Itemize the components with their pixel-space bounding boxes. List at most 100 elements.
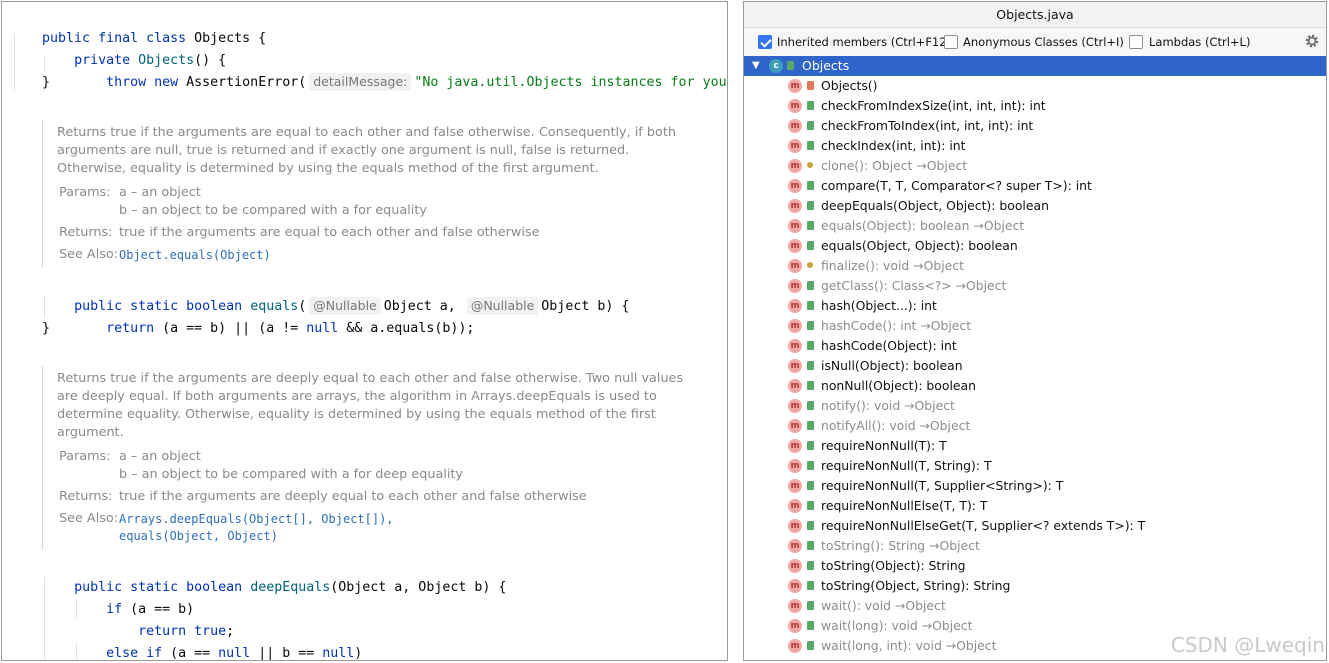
method-label: wait(long): void →Object (821, 618, 973, 633)
method-icon: m (788, 319, 802, 333)
tree-item-method[interactable]: m requireNonNullElse(T, T): T (744, 496, 1326, 516)
doc-line: Returns true if the arguments are deeply… (57, 371, 684, 386)
code-line[interactable]: throw new AssertionError(detailMessage: "… (10, 50, 727, 91)
doc-see-label: See Also: (59, 511, 119, 526)
public-visibility-icon (807, 341, 814, 350)
doc-param: b – an object to be compared with a for … (119, 467, 463, 482)
structure-toolbar: Inherited members (Ctrl+F12) Anonymous C… (744, 28, 1326, 56)
tree-root-objects[interactable]: ▼ c Objects (744, 56, 1326, 76)
method-icon: m (788, 299, 802, 313)
code-line[interactable]: return false; (10, 643, 242, 660)
method-label: wait(long, int): void →Object (821, 638, 997, 653)
tree-item-method[interactable]: m equals(Object): boolean →Object (744, 216, 1326, 236)
public-visibility-icon (807, 141, 814, 150)
code-line[interactable]: public final class Objects { (10, 6, 266, 46)
code-line[interactable]: private Objects() { (10, 28, 226, 68)
lambdas-checkbox[interactable] (1129, 35, 1143, 49)
tree-item-method[interactable]: m deepEquals(Object, Object): boolean (744, 196, 1326, 216)
doc-line: argument. (57, 425, 124, 440)
tree-item-method[interactable]: m checkIndex(int, int): int (744, 136, 1326, 156)
anonymous-classes-label[interactable]: Anonymous Classes (Ctrl+I) (963, 34, 1124, 50)
code-line[interactable]: return (a == b) || (a != null && a.equal… (10, 296, 474, 336)
method-label: toString(Object, String): String (821, 578, 1011, 593)
public-visibility-icon (807, 521, 814, 530)
method-icon: m (788, 459, 802, 473)
code-line[interactable]: } (10, 72, 50, 94)
code-line[interactable]: return true; (10, 599, 234, 639)
public-visibility-icon (807, 561, 814, 570)
public-visibility-icon (787, 61, 794, 70)
public-visibility-icon (807, 101, 814, 110)
tree-item-method[interactable]: m isNull(Object): boolean (744, 356, 1326, 376)
tree-item-method[interactable]: m checkFromToIndex(int, int, int): int (744, 116, 1326, 136)
method-icon: m (788, 219, 802, 233)
tree-item-method[interactable]: m toString(Object): String (744, 556, 1326, 576)
public-visibility-icon (807, 361, 814, 370)
inherited-members-label[interactable]: Inherited members (Ctrl+F12) (777, 34, 951, 50)
public-visibility-icon (807, 421, 814, 430)
lambdas-label[interactable]: Lambdas (Ctrl+L) (1149, 34, 1250, 50)
public-visibility-icon (807, 221, 814, 230)
method-icon: m (788, 539, 802, 553)
public-visibility-icon (807, 301, 814, 310)
structure-panel: Objects.java Inherited members (Ctrl+F12… (743, 1, 1327, 661)
tree-item-method[interactable]: m hashCode(Object): int (744, 336, 1326, 356)
doc-params-label: Params: (59, 449, 111, 464)
tree-item-method[interactable]: m toString(Object, String): String (744, 576, 1326, 596)
tree-item-method[interactable]: m checkFromIndexSize(int, int, int): int (744, 96, 1326, 116)
tree-item-method[interactable]: m hashCode(): int →Object (744, 316, 1326, 336)
doc-param: b – an object to be compared with a for … (119, 203, 427, 218)
method-icon: m (788, 399, 802, 413)
method-icon: m (788, 439, 802, 453)
annotation-hint: @Nullable (466, 297, 539, 315)
tree-item-method[interactable]: m finalize(): void →Object (744, 256, 1326, 276)
doc-line: are deeply equal. If both arguments are … (57, 389, 657, 404)
chevron-down-icon[interactable]: ▼ (752, 56, 760, 76)
tree-item-method[interactable]: m wait(): void →Object (744, 596, 1326, 616)
public-visibility-icon (807, 581, 814, 590)
code-line[interactable]: } (10, 318, 50, 340)
code-editor[interactable]: public final class Objects { private Obj… (1, 1, 728, 661)
method-label: requireNonNull(T, String): T (821, 458, 992, 473)
tree-item-method[interactable]: m nonNull(Object): boolean (744, 376, 1326, 396)
tree-item-method[interactable]: m toString(): String →Object (744, 536, 1326, 556)
tree-item-method[interactable]: m getClass(): Class<?> →Object (744, 276, 1326, 296)
tree-item-method[interactable]: m compare(T, T, Comparator<? super T>): i… (744, 176, 1326, 196)
tree-item-method[interactable]: m notify(): void →Object (744, 396, 1326, 416)
method-label: hashCode(): int →Object (821, 318, 972, 333)
tree-item-method[interactable]: m notifyAll(): void →Object (744, 416, 1326, 436)
tree-item-method[interactable]: m clone(): Object →Object (744, 156, 1326, 176)
public-visibility-icon (807, 481, 814, 490)
code-line[interactable]: public static boolean deepEquals(Object … (10, 555, 506, 595)
doc-line: Returns true if the arguments are equal … (57, 125, 676, 140)
anonymous-classes-checkbox[interactable] (944, 35, 958, 49)
tree-item-method[interactable]: m equals(Object, Object): boolean (744, 236, 1326, 256)
public-visibility-icon (807, 641, 814, 650)
method-icon: m (788, 159, 802, 173)
doc-see-link[interactable]: Arrays.deepEquals(Object[], Object[]), (119, 510, 394, 528)
public-visibility-icon (807, 281, 814, 290)
inherited-members-checkbox[interactable] (758, 35, 772, 49)
code-line[interactable]: else if (a == null || b == null) (10, 621, 362, 660)
tree-item-method[interactable]: m hash(Object...): int (744, 296, 1326, 316)
code-line[interactable]: if (a == b) (10, 577, 194, 617)
tree-item-method[interactable]: m requireNonNullElseGet(T, Supplier<? ext… (744, 516, 1326, 536)
tree-item-method[interactable]: m requireNonNull(T, Supplier<String>): T (744, 476, 1326, 496)
method-label: Objects() (821, 78, 878, 93)
doc-see-link[interactable]: Object.equals(Object) (119, 246, 271, 264)
gear-icon[interactable] (1304, 33, 1320, 49)
doc-returns-label: Returns: (59, 225, 113, 240)
doc-line: Otherwise, equality is determined by usi… (57, 161, 599, 176)
method-icon: m (788, 339, 802, 353)
tree-item-method[interactable]: m Objects() (744, 76, 1326, 96)
doc-param: a – an object (119, 449, 201, 464)
code-line[interactable]: public static boolean equals(@Nullable Ob… (10, 274, 629, 315)
method-icon: m (788, 499, 802, 513)
tree-item-method[interactable]: m requireNonNull(T, String): T (744, 456, 1326, 476)
public-visibility-icon (807, 321, 814, 330)
parameter-hint: detailMessage: (309, 73, 412, 91)
tree-item-method[interactable]: m requireNonNull(T): T (744, 436, 1326, 456)
method-icon: m (788, 279, 802, 293)
doc-see-link[interactable]: equals(Object, Object) (119, 527, 278, 545)
javadoc-deepequals: Returns true if the arguments are deeply… (42, 366, 722, 550)
